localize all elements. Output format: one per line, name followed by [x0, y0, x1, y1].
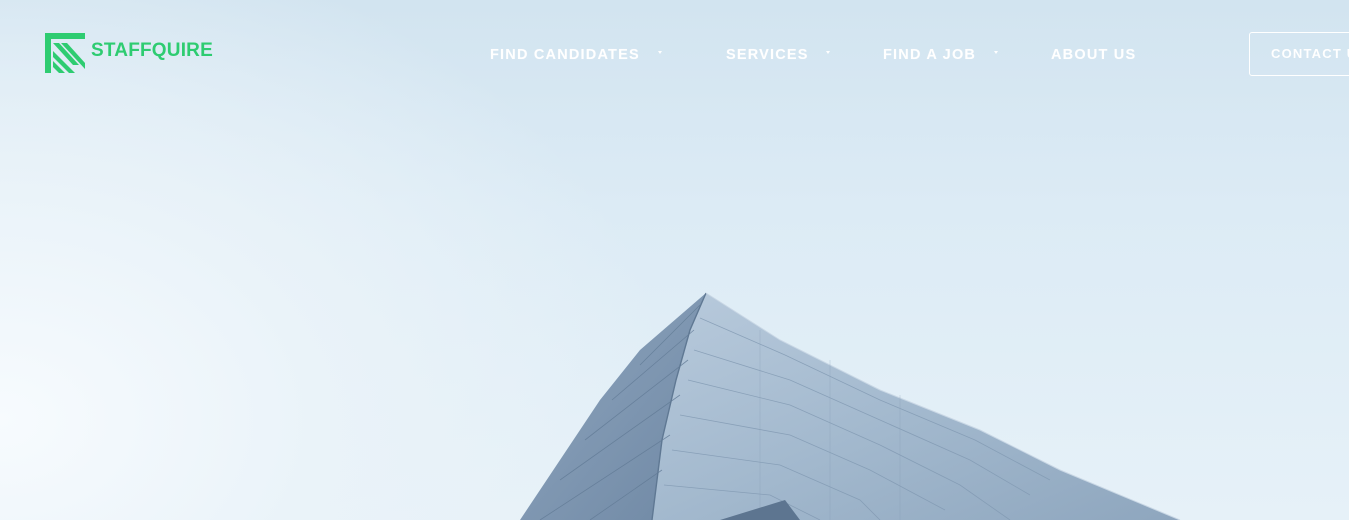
brand-name: STAFFQUIRE: [91, 40, 213, 61]
brand-logo[interactable]: STAFFQUIRE: [45, 33, 213, 73]
nav-label-find-a-job: FIND A JOB: [883, 47, 977, 63]
caret-down-icon[interactable]: [658, 51, 662, 54]
nav-item-find-a-job[interactable]: FIND A JOB: [883, 47, 976, 63]
chevron-stripes-logo-icon: [45, 33, 85, 73]
nav-label-find-candidates: FIND CANDIDATES: [490, 47, 640, 63]
nav-label-about-us: ABOUT US: [1051, 47, 1137, 63]
nav-item-about-us[interactable]: ABOUT US: [1051, 47, 1136, 63]
nav-label-services: SERVICES: [726, 47, 809, 63]
caret-down-icon[interactable]: [826, 51, 830, 54]
nav-item-find-candidates[interactable]: FIND CANDIDATES: [490, 47, 640, 63]
nav-item-services[interactable]: SERVICES: [726, 47, 809, 63]
contact-us-button[interactable]: CONTACT US: [1249, 32, 1349, 76]
caret-down-icon[interactable]: [994, 51, 998, 54]
site-header: STAFFQUIRE FIND CANDIDATES SERVICES FIND…: [0, 0, 1349, 110]
page: STAFFQUIRE FIND CANDIDATES SERVICES FIND…: [0, 0, 1349, 520]
